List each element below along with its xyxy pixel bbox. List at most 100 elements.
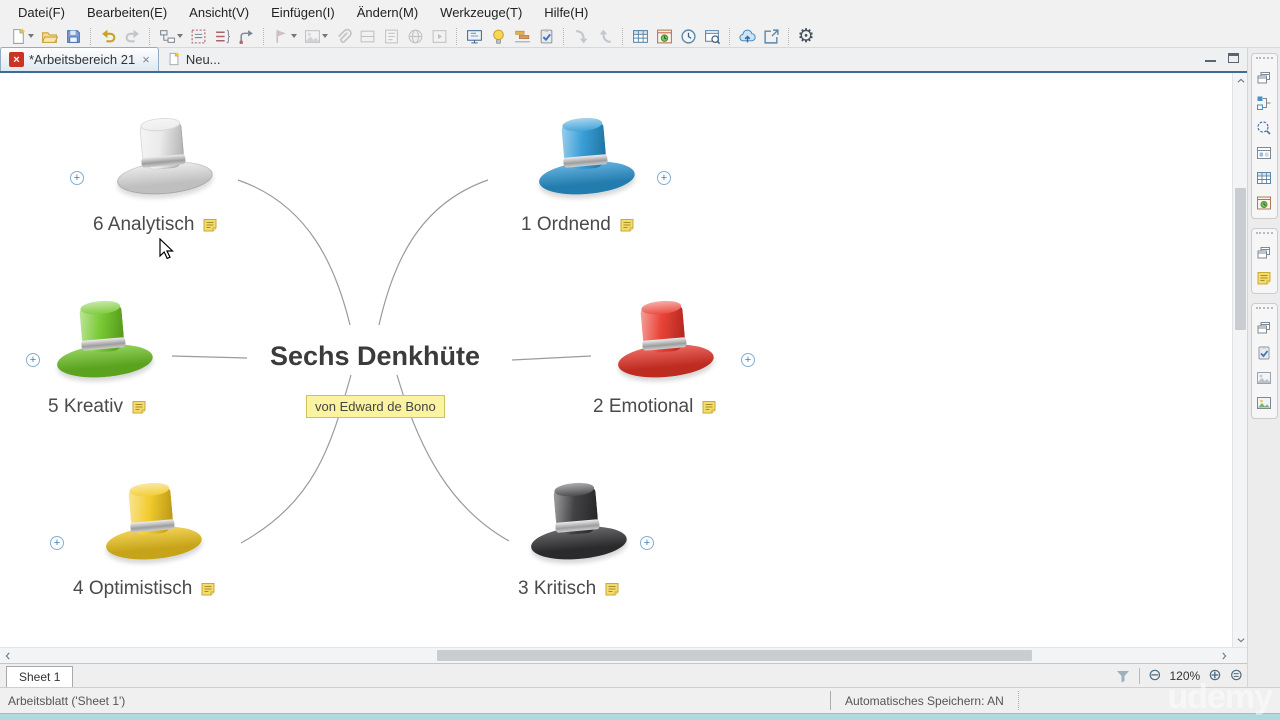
menu-datei[interactable]: Datei(F) [8, 2, 75, 23]
horizontal-scrollbar-thumb[interactable] [437, 650, 1032, 661]
hat-icon-emotional[interactable] [613, 297, 716, 382]
cloud-upload-button[interactable] [735, 26, 759, 47]
sheet-tab[interactable]: Sheet 1 [6, 666, 74, 687]
share-export-button[interactable] [759, 26, 783, 47]
horizontal-scrollbar[interactable] [0, 647, 1247, 663]
minimize-icon[interactable] [1205, 54, 1216, 62]
zoom-select-icon[interactable] [1255, 119, 1273, 137]
scroll-left-icon[interactable] [0, 648, 16, 663]
hat-icon-ordnend[interactable] [534, 114, 637, 199]
note-icon[interactable] [202, 217, 218, 233]
central-topic[interactable]: Sechs Denkhüte [255, 341, 495, 372]
attachment-button[interactable] [331, 26, 355, 47]
menu-bearbeiten[interactable]: Bearbeiten(E) [77, 2, 177, 23]
topic-emotional[interactable]: 2 Emotional [593, 396, 717, 418]
panel-drag-handle[interactable] [1255, 307, 1273, 311]
panel-drag-handle[interactable] [1255, 57, 1273, 61]
table-view-icon[interactable] [1255, 169, 1273, 187]
floating-note[interactable]: von Edward de Bono [306, 395, 445, 418]
insert-topic-dropdown-icon[interactable] [177, 34, 183, 38]
expand-plus-icon[interactable] [657, 171, 671, 185]
picture-view-icon[interactable] [1255, 394, 1273, 412]
structure-diagram-icon[interactable] [1255, 94, 1273, 112]
presentation-button[interactable] [462, 26, 486, 47]
vertical-scrollbar[interactable] [1232, 73, 1247, 647]
tab-neu[interactable]: Neu... [159, 47, 229, 71]
redo-button[interactable] [120, 26, 144, 47]
flag-marker-button[interactable] [269, 26, 293, 47]
timer-button[interactable] [676, 26, 700, 47]
preview-window-button[interactable] [700, 26, 724, 47]
gantt-chart-button[interactable] [510, 26, 534, 47]
filter-icon[interactable] [1115, 668, 1131, 684]
notes-view-icon[interactable] [1255, 269, 1273, 287]
menu-ansicht[interactable]: Ansicht(V) [179, 2, 259, 23]
topic-label[interactable]: 4 Optimistisch [73, 578, 192, 600]
tab-label[interactable]: Neu... [186, 52, 221, 67]
maximize-icon[interactable] [1228, 53, 1239, 63]
tab-close-icon[interactable]: × [142, 52, 150, 67]
topic-kritisch[interactable]: 3 Kritisch [518, 578, 620, 600]
task-info-icon[interactable] [1255, 344, 1273, 362]
topic-label[interactable]: 3 Kritisch [518, 578, 596, 600]
hat-icon-optimistisch[interactable] [101, 479, 204, 564]
scroll-down-icon[interactable] [1233, 632, 1247, 647]
hat-icon-kreativ[interactable] [52, 297, 155, 382]
tab-label[interactable]: *Arbeitsbereich 21 [29, 52, 135, 67]
panel-drag-handle[interactable] [1255, 232, 1273, 236]
numbered-list-button[interactable] [210, 26, 234, 47]
menu-werkzeuge[interactable]: Werkzeuge(T) [430, 2, 532, 23]
note-icon[interactable] [701, 399, 717, 415]
expand-plus-icon[interactable] [26, 353, 40, 367]
topic-label[interactable]: 6 Analytisch [93, 214, 194, 236]
idea-bulb-button[interactable] [486, 26, 510, 47]
scroll-up-icon[interactable] [1233, 73, 1247, 88]
chart-view-icon[interactable] [1255, 194, 1273, 212]
note-icon[interactable] [131, 399, 147, 415]
image-gallery-icon[interactable] [1255, 369, 1273, 387]
topic-label[interactable]: 2 Emotional [593, 396, 693, 418]
menu-aendern[interactable]: Ändern(M) [347, 2, 428, 23]
undo-button[interactable] [96, 26, 120, 47]
window-panels-icon[interactable] [1255, 69, 1273, 87]
note-icon[interactable] [619, 217, 635, 233]
settings-gear-icon[interactable]: ⚙ [794, 26, 818, 47]
window-panels-icon[interactable] [1255, 319, 1273, 337]
save-button[interactable] [61, 26, 85, 47]
note-icon[interactable] [604, 581, 620, 597]
expand-plus-icon[interactable] [50, 536, 64, 550]
topic-ordnend[interactable]: 1 Ordnend [521, 214, 635, 236]
drill-up-button[interactable] [593, 26, 617, 47]
expand-plus-icon[interactable] [70, 171, 84, 185]
insert-topic-button[interactable] [155, 26, 179, 47]
insert-image-button[interactable] [300, 26, 324, 47]
task-info-button[interactable] [534, 26, 558, 47]
hat-icon-analytisch[interactable] [112, 114, 215, 199]
open-folder-button[interactable] [37, 26, 61, 47]
new-document-button[interactable] [6, 26, 30, 47]
expand-plus-icon[interactable] [640, 536, 654, 550]
relationship-button[interactable] [234, 26, 258, 47]
split-layout-button[interactable] [355, 26, 379, 47]
mindmap-canvas[interactable]: Sechs Denkhüte von Edward de Bono 6 Anal… [0, 73, 1247, 647]
hyperlink-button[interactable] [403, 26, 427, 47]
insert-outline-button[interactable] [186, 26, 210, 47]
topic-label[interactable]: 5 Kreativ [48, 396, 123, 418]
style-gallery-icon[interactable] [1255, 144, 1273, 162]
menu-hilfe[interactable]: Hilfe(H) [534, 2, 598, 23]
insert-notes-button[interactable] [379, 26, 403, 47]
note-icon[interactable] [200, 581, 216, 597]
status-chart-button[interactable] [652, 26, 676, 47]
insert-table-button[interactable] [628, 26, 652, 47]
topic-kreativ[interactable]: 5 Kreativ [48, 396, 147, 418]
tab-arbeitsbereich[interactable]: × *Arbeitsbereich 21 × [0, 47, 159, 71]
slideshow-button[interactable] [427, 26, 451, 47]
zoom-out-button[interactable]: ⊖ [1148, 668, 1161, 684]
topic-analytisch[interactable]: 6 Analytisch [93, 214, 218, 236]
new-document-dropdown-icon[interactable] [28, 34, 34, 38]
expand-plus-icon[interactable] [741, 353, 755, 367]
drill-down-button[interactable] [569, 26, 593, 47]
topic-label[interactable]: 1 Ordnend [521, 214, 611, 236]
topic-optimistisch[interactable]: 4 Optimistisch [73, 578, 216, 600]
window-panels-icon[interactable] [1255, 244, 1273, 262]
